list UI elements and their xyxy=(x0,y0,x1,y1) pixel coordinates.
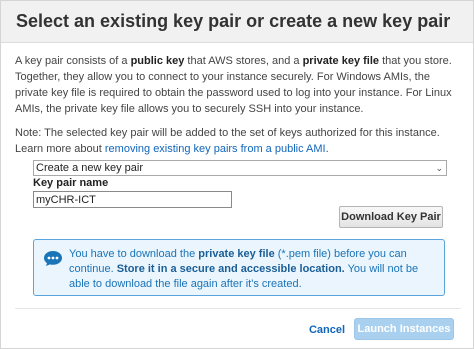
intro-paragraph: A key pair consists of a public key that… xyxy=(15,53,461,117)
intro-text-2: that AWS stores, and a xyxy=(184,55,303,67)
chevron-down-icon: ⌄ xyxy=(435,163,443,173)
intro-text-1: A key pair consists of a xyxy=(15,55,131,67)
info-alert: You have to download the private key fil… xyxy=(33,239,445,296)
intro-bold-private-key: private key file xyxy=(302,55,380,67)
key-pair-name-label: Key pair name xyxy=(33,177,109,189)
info-text-1: You have to download the xyxy=(69,248,199,260)
download-key-pair-button[interactable]: Download Key Pair xyxy=(339,206,443,228)
note-end: . xyxy=(325,143,329,155)
dialog-header: Select an existing key pair or create a … xyxy=(1,1,473,43)
remove-key-pairs-link[interactable]: removing existing key pairs from a publi… xyxy=(105,143,326,155)
key-pair-select[interactable]: Create a new key pair ⌄ xyxy=(33,160,447,176)
key-pair-name-input[interactable] xyxy=(33,191,232,208)
info-bold-store: Store it in a secure and accessible loca… xyxy=(116,263,345,275)
note-paragraph: Note: The selected key pair will be adde… xyxy=(15,125,461,157)
launch-instances-button[interactable]: Launch Instances xyxy=(354,318,454,340)
dialog-title: Select an existing key pair or create a … xyxy=(16,11,451,31)
cancel-button[interactable]: Cancel xyxy=(302,321,352,339)
info-bold-private-key: private key file xyxy=(198,248,275,260)
chat-bubble-icon xyxy=(44,251,62,266)
key-pair-select-value: Create a new key pair xyxy=(36,162,143,174)
footer-divider xyxy=(15,308,461,309)
info-message: You have to download the private key fil… xyxy=(69,247,441,292)
intro-bold-public-key: public key xyxy=(130,55,185,67)
key-pair-dialog: Select an existing key pair or create a … xyxy=(0,0,474,349)
